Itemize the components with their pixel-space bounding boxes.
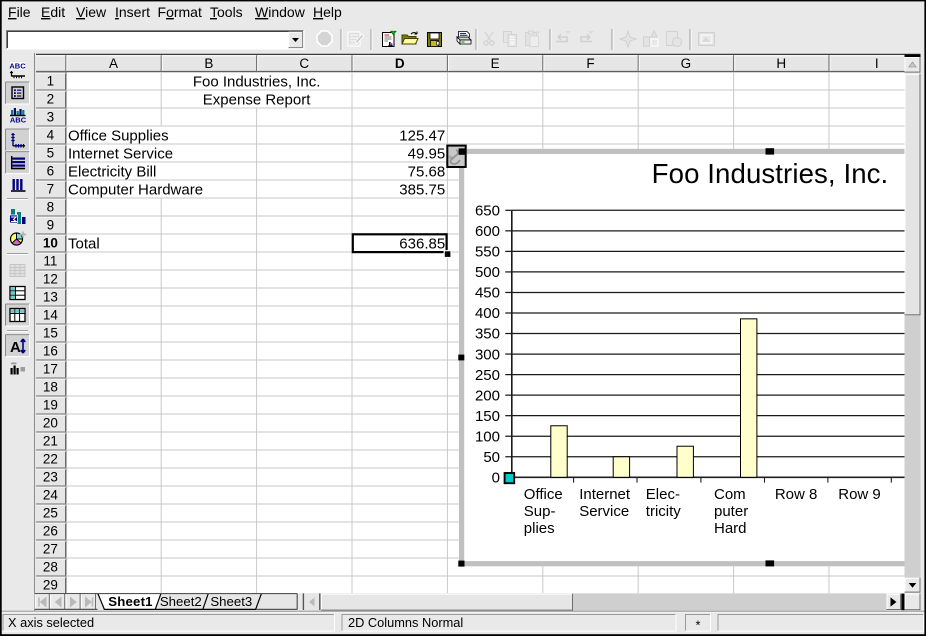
- svg-text:636.85: 636.85: [399, 236, 445, 253]
- svg-text:Window: Window: [255, 4, 306, 20]
- svg-text:19: 19: [43, 398, 58, 413]
- svg-text:16: 16: [43, 344, 58, 359]
- svg-text:13: 13: [43, 290, 58, 305]
- svg-text:400: 400: [475, 305, 500, 322]
- svg-text:Insert: Insert: [115, 4, 150, 20]
- svg-text:3: 3: [47, 110, 55, 125]
- svg-text:Electricity Bill: Electricity Bill: [68, 164, 156, 181]
- svg-text:150: 150: [475, 408, 500, 425]
- svg-text:385.75: 385.75: [399, 182, 445, 199]
- svg-text:27: 27: [43, 542, 58, 557]
- svg-text:Hard: Hard: [714, 520, 747, 537]
- svg-text:23: 23: [43, 470, 58, 485]
- svg-text:18: 18: [43, 380, 58, 395]
- svg-text:17: 17: [43, 362, 58, 377]
- svg-text:Computer Hardware: Computer Hardware: [68, 182, 203, 199]
- svg-text:Office: Office: [524, 486, 563, 503]
- svg-text:21: 21: [43, 434, 58, 449]
- svg-text:Format: Format: [158, 4, 202, 20]
- svg-text:C: C: [299, 56, 309, 71]
- svg-text:450: 450: [475, 285, 500, 302]
- svg-text:Sheet3: Sheet3: [210, 594, 252, 609]
- svg-text:7: 7: [47, 182, 55, 197]
- svg-text:*: *: [696, 618, 701, 633]
- svg-text:Expense Report: Expense Report: [203, 92, 311, 109]
- svg-text:600: 600: [475, 223, 500, 240]
- svg-text:Foo Industries, Inc.: Foo Industries, Inc.: [193, 74, 321, 91]
- svg-text:12: 12: [43, 272, 58, 287]
- svg-text:125.47: 125.47: [399, 128, 445, 145]
- svg-text:A: A: [10, 339, 21, 356]
- svg-text:plies: plies: [524, 520, 555, 537]
- svg-text:Sheet2: Sheet2: [160, 594, 202, 609]
- svg-text:25: 25: [43, 506, 58, 521]
- svg-text:puter: puter: [714, 503, 748, 520]
- svg-text:D: D: [395, 56, 405, 71]
- svg-text:0: 0: [492, 470, 500, 487]
- svg-text:Sup-: Sup-: [524, 503, 556, 520]
- svg-text:1: 1: [47, 74, 55, 89]
- svg-text:Total: Total: [68, 236, 100, 253]
- svg-text:Internet: Internet: [579, 486, 631, 503]
- svg-text:5: 5: [47, 146, 55, 161]
- svg-text:2: 2: [47, 92, 55, 107]
- svg-text:6: 6: [47, 164, 55, 179]
- svg-text:20: 20: [43, 416, 58, 431]
- svg-text:Row 9: Row 9: [838, 486, 881, 503]
- svg-text:ABC: ABC: [10, 116, 27, 125]
- svg-text:500: 500: [475, 264, 500, 281]
- svg-text:B: B: [204, 56, 213, 71]
- svg-text:28: 28: [43, 560, 58, 575]
- svg-text:H: H: [776, 56, 786, 71]
- svg-text:Foo Industries, Inc.: Foo Industries, Inc.: [652, 158, 889, 189]
- svg-text:I: I: [875, 56, 879, 71]
- svg-text:50: 50: [483, 449, 500, 466]
- svg-text:A: A: [109, 56, 118, 71]
- svg-text:26: 26: [43, 524, 58, 539]
- svg-text:550: 550: [475, 244, 500, 261]
- svg-text:650: 650: [475, 203, 500, 220]
- svg-text:ABC: ABC: [9, 62, 26, 71]
- svg-text:8: 8: [47, 200, 55, 215]
- svg-text:100: 100: [475, 428, 500, 445]
- svg-text:250: 250: [475, 367, 500, 384]
- svg-text:29: 29: [43, 578, 58, 593]
- svg-text:11: 11: [43, 254, 57, 269]
- svg-text:15: 15: [43, 326, 58, 341]
- svg-text:F: F: [586, 56, 594, 71]
- svg-text:File: File: [8, 4, 31, 20]
- svg-text:300: 300: [475, 346, 500, 363]
- svg-text:Internet Service: Internet Service: [68, 146, 173, 163]
- svg-text:Office Supplies: Office Supplies: [68, 128, 169, 145]
- svg-text:tricity: tricity: [646, 503, 681, 520]
- svg-text:E: E: [491, 56, 500, 71]
- svg-text:22: 22: [43, 452, 58, 467]
- svg-text:2D Columns Normal: 2D Columns Normal: [348, 615, 463, 630]
- svg-text:G: G: [681, 56, 692, 71]
- svg-text:75.68: 75.68: [408, 164, 446, 181]
- svg-text:Help: Help: [313, 4, 342, 20]
- svg-text:Row 8: Row 8: [775, 486, 818, 503]
- svg-text:350: 350: [475, 326, 500, 343]
- svg-text:Service: Service: [579, 503, 629, 520]
- svg-text:Sheet1: Sheet1: [108, 594, 152, 609]
- svg-text:4: 4: [47, 128, 55, 143]
- svg-text:9: 9: [47, 218, 55, 233]
- svg-text:49.95: 49.95: [408, 146, 446, 163]
- svg-text:10: 10: [43, 236, 58, 251]
- svg-text:Tools: Tools: [210, 4, 243, 20]
- svg-text:X axis selected: X axis selected: [8, 615, 94, 630]
- svg-text:Edit: Edit: [41, 4, 65, 20]
- svg-text:Elec-: Elec-: [646, 486, 680, 503]
- svg-text:24: 24: [43, 488, 59, 503]
- svg-text:View: View: [76, 4, 107, 20]
- svg-text:Com: Com: [714, 486, 746, 503]
- svg-text:200: 200: [475, 387, 500, 404]
- svg-text:14: 14: [43, 308, 59, 323]
